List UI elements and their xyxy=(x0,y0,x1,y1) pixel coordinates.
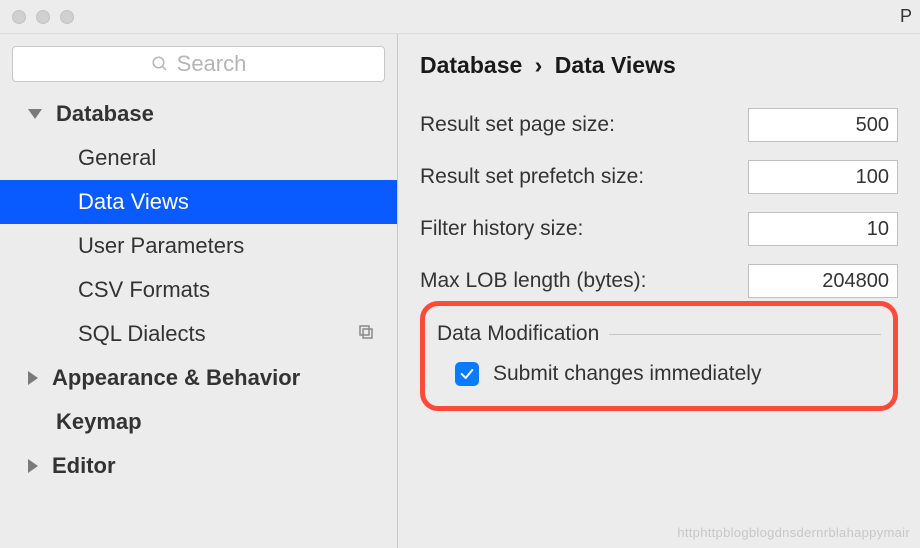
field-filter-history-size: Filter history size: xyxy=(420,203,898,255)
sidebar-item-label: CSV Formats xyxy=(78,277,210,303)
content-pane: Database › Data Views Result set page si… xyxy=(398,34,920,548)
chevron-right-icon xyxy=(28,371,38,385)
titlebar: P xyxy=(0,0,920,34)
app-body: Search Database General Data Views User … xyxy=(0,34,920,548)
field-label: Filter history size: xyxy=(420,217,583,241)
max-lob-input[interactable] xyxy=(748,264,898,298)
sidebar-item-data-views[interactable]: Data Views xyxy=(0,180,397,224)
section-rule xyxy=(609,334,881,335)
sidebar-item-label: Data Views xyxy=(78,189,189,215)
page-size-input[interactable] xyxy=(748,108,898,142)
sidebar-item-user-parameters[interactable]: User Parameters xyxy=(0,224,397,268)
chevron-down-icon xyxy=(28,109,42,119)
breadcrumb: Database › Data Views xyxy=(420,52,898,79)
watermark-text: httphttpblogblogdnsdernrblahappymair xyxy=(677,525,910,540)
window-minimize-button[interactable] xyxy=(36,10,50,24)
sidebar-item-general[interactable]: General xyxy=(0,136,397,180)
field-result-set-prefetch-size: Result set prefetch size: xyxy=(420,151,898,203)
sidebar-item-editor[interactable]: Editor xyxy=(0,444,397,488)
breadcrumb-separator: › xyxy=(529,52,549,78)
sidebar-item-label: Database xyxy=(56,101,154,127)
sidebar-item-csv-formats[interactable]: CSV Formats xyxy=(0,268,397,312)
window-zoom-button[interactable] xyxy=(60,10,74,24)
filter-history-input[interactable] xyxy=(748,212,898,246)
sidebar-item-label: SQL Dialects xyxy=(78,321,206,347)
chevron-right-icon xyxy=(28,459,38,473)
annotation-highlight: Data Modification Submit changes immedia… xyxy=(420,301,898,411)
sidebar-item-label: Keymap xyxy=(56,409,142,435)
sidebar-item-appearance-behavior[interactable]: Appearance & Behavior xyxy=(0,356,397,400)
field-label: Max LOB length (bytes): xyxy=(420,269,646,293)
submit-changes-checkbox[interactable]: Submit changes immediately xyxy=(437,346,881,392)
breadcrumb-parent: Database xyxy=(420,52,522,78)
breadcrumb-current: Data Views xyxy=(555,52,676,78)
window-title-fragment: P xyxy=(900,6,912,27)
field-max-lob-length: Max LOB length (bytes): xyxy=(420,255,898,307)
search-input[interactable]: Search xyxy=(12,46,385,82)
sidebar-item-label: Appearance & Behavior xyxy=(52,365,300,391)
sidebar-item-database[interactable]: Database xyxy=(0,92,397,136)
section-title: Data Modification xyxy=(437,322,599,346)
checkbox-label: Submit changes immediately xyxy=(493,362,761,386)
sidebar: Search Database General Data Views User … xyxy=(0,34,398,548)
copy-settings-icon xyxy=(357,321,375,347)
field-result-set-page-size: Result set page size: xyxy=(420,99,898,151)
section-header-data-modification: Data Modification xyxy=(437,322,881,346)
field-label: Result set page size: xyxy=(420,113,615,137)
window-close-button[interactable] xyxy=(12,10,26,24)
settings-tree: Database General Data Views User Paramet… xyxy=(0,90,397,490)
sidebar-item-label: Editor xyxy=(52,453,116,479)
checkbox-checked-icon xyxy=(455,362,479,386)
sidebar-item-sql-dialects[interactable]: SQL Dialects xyxy=(0,312,397,356)
sidebar-item-keymap[interactable]: Keymap xyxy=(0,400,397,444)
sidebar-item-label: User Parameters xyxy=(78,233,244,259)
search-container: Search xyxy=(0,46,397,90)
prefetch-size-input[interactable] xyxy=(748,160,898,194)
sidebar-item-label: General xyxy=(78,145,156,171)
field-label: Result set prefetch size: xyxy=(420,165,644,189)
